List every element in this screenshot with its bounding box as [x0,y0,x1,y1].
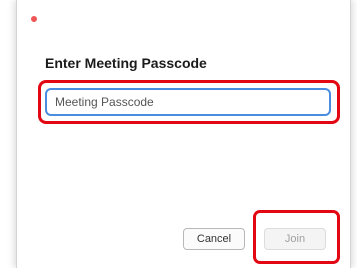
page: Enter Meeting Passcode Cancel Join [0,0,357,268]
passcode-input[interactable] [45,88,331,116]
passcode-dialog: Enter Meeting Passcode Cancel Join [16,0,351,268]
cancel-button[interactable]: Cancel [183,228,245,250]
dialog-title: Enter Meeting Passcode [45,55,207,71]
close-icon[interactable] [31,16,37,22]
join-button[interactable]: Join [264,228,326,250]
